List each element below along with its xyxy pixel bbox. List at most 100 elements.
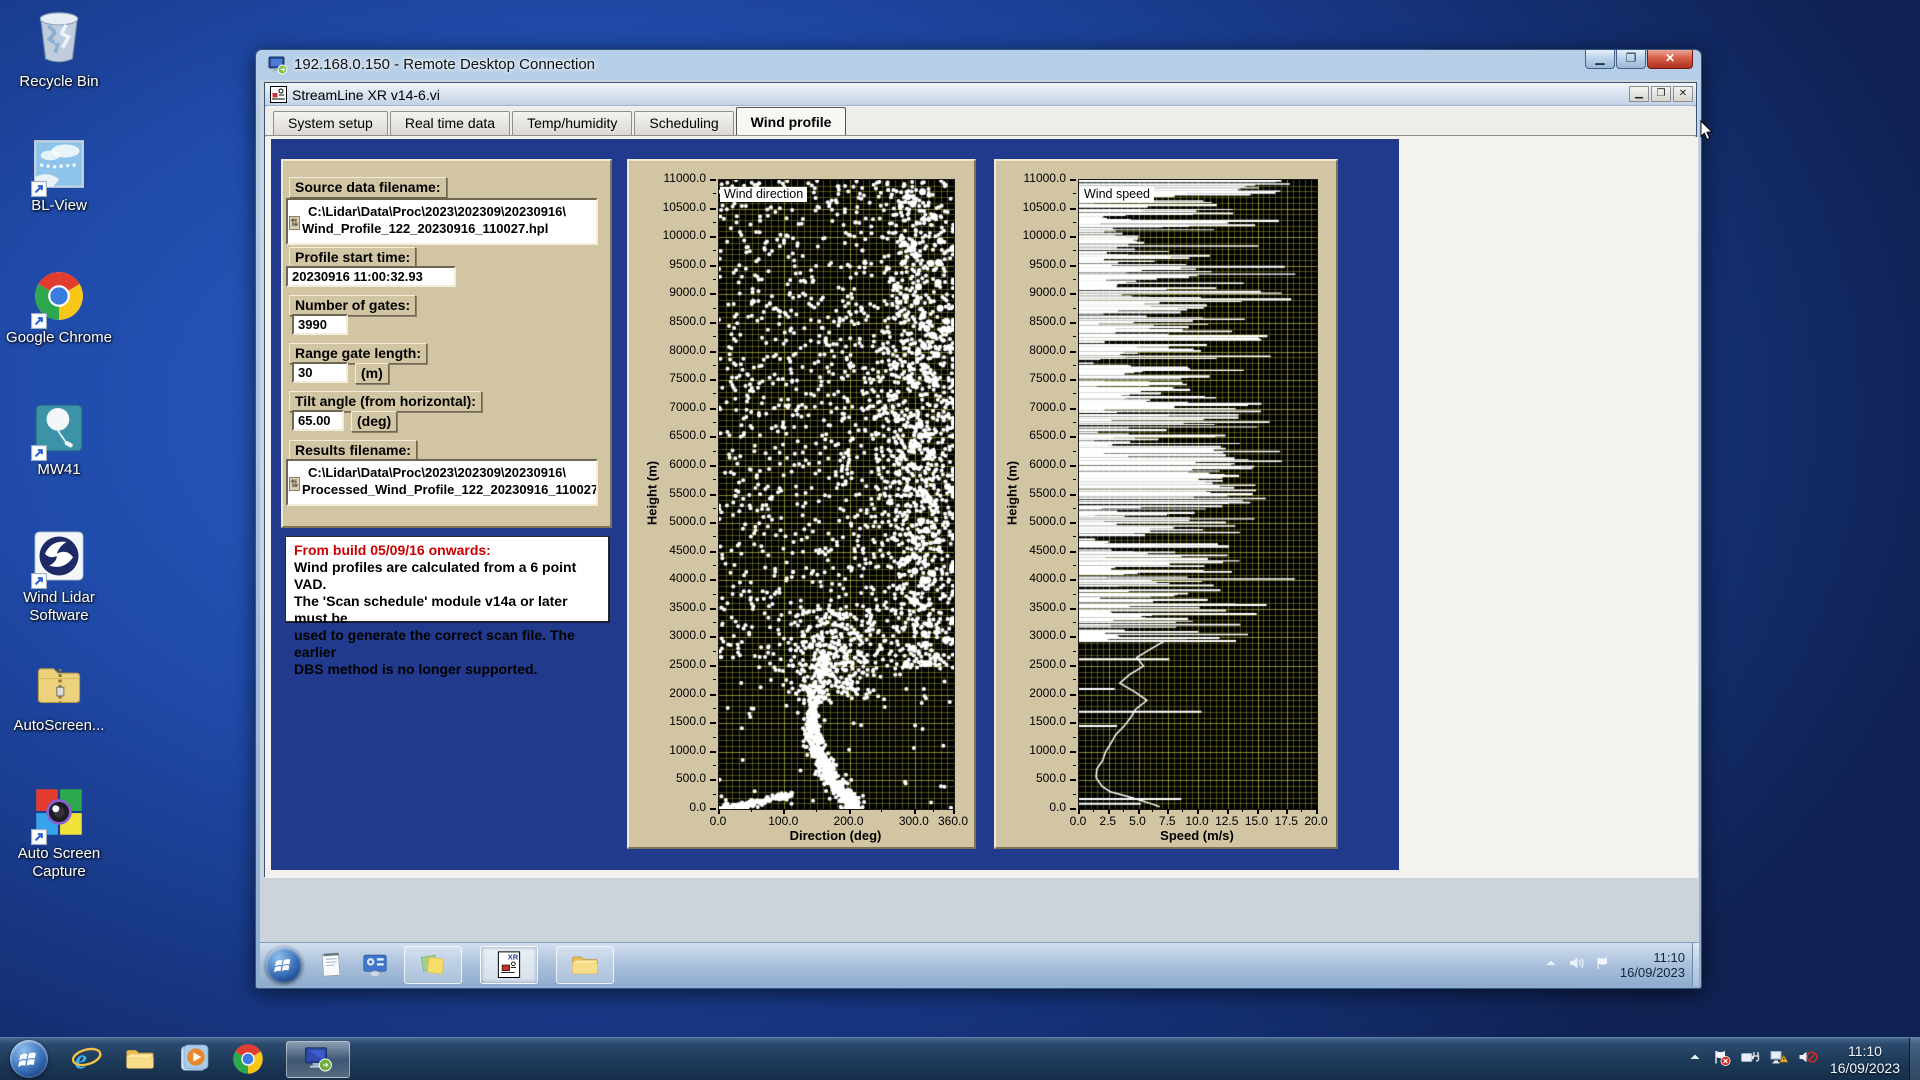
y-tick-mark	[1070, 694, 1076, 696]
desktop-icon-wind-lidar-software[interactable]: Wind Lidar Software	[4, 530, 114, 625]
host-taskbar-chrome[interactable]	[232, 1043, 264, 1075]
host-tray-power-icon[interactable]	[1740, 1049, 1760, 1070]
rdp-maximize-button[interactable]: ❐	[1616, 50, 1646, 69]
y-tick-label: 11000.0	[629, 171, 706, 185]
y-tick-label: 7500.0	[996, 371, 1066, 385]
wind-profile-page: Source data filename: ⇅ C:\Lidar\Data\Pr…	[271, 139, 1399, 870]
remote-tray-expand-icon[interactable]	[1543, 955, 1559, 976]
host-show-desktop-button[interactable]	[1909, 1038, 1920, 1080]
results-filename-field[interactable]: ⇅ C:\Lidar\Data\Proc\2023\202309\2023091…	[286, 459, 598, 506]
desktop-icon-mw41[interactable]: MW41	[4, 402, 114, 479]
source-filename-line1: C:\Lidar\Data\Proc\2023\202309\20230916\	[302, 203, 594, 220]
x-minor-tick-mark	[1271, 809, 1272, 812]
remote-show-desktop-button[interactable]	[1692, 943, 1699, 986]
y-tick-label: 2500.0	[629, 657, 706, 671]
remote-taskbar-sticky-notes[interactable]	[404, 946, 466, 984]
y-minor-tick-mark	[1073, 422, 1076, 423]
source-filename-field[interactable]: ⇅ C:\Lidar\Data\Proc\2023\202309\2023091…	[286, 198, 598, 245]
x-tick-mark	[914, 809, 916, 814]
y-tick-mark	[1070, 293, 1076, 295]
host-taskbar-media-player[interactable]	[178, 1043, 210, 1075]
y-minor-tick-mark	[713, 536, 716, 537]
y-tick-label: 6000.0	[996, 457, 1066, 471]
remote-taskbar-explorer[interactable]	[556, 946, 618, 984]
y-tick-label: 5500.0	[629, 486, 706, 500]
y-tick-mark	[1070, 636, 1076, 638]
host-taskbar-remote-desktop-button[interactable]	[286, 1041, 350, 1078]
host-clock[interactable]: 11:10 16/09/2023	[1830, 1043, 1900, 1077]
x-minor-tick-mark	[933, 809, 934, 812]
y-tick-label: 4000.0	[629, 571, 706, 585]
remote-start-button[interactable]	[266, 947, 302, 983]
tab-temp-humidity[interactable]: Temp/humidity	[512, 111, 632, 135]
tab-scheduling[interactable]: Scheduling	[634, 111, 733, 135]
remote-taskbar-sticky-notes-button[interactable]	[404, 946, 462, 984]
y-tick-label: 5000.0	[629, 514, 706, 528]
remote-taskbar-control-app[interactable]	[360, 950, 390, 980]
host-tray-expand-icon[interactable]	[1687, 1049, 1703, 1070]
rdp-titlebar[interactable]: 192.168.0.150 - Remote Desktop Connectio…	[260, 50, 1697, 80]
remote-taskbar-notepad[interactable]	[316, 950, 346, 980]
y-minor-tick-mark	[1073, 794, 1076, 795]
remote-clock[interactable]: 11:10 16/09/2023	[1620, 950, 1685, 980]
remote-tray-action-center-icon[interactable]	[1594, 955, 1610, 976]
range-gate-length-unit: (m)	[355, 363, 389, 384]
rdp-close-button[interactable]: ✕	[1647, 50, 1693, 69]
y-tick-label: 3500.0	[629, 600, 706, 614]
x-minor-tick-mark	[816, 809, 817, 812]
desktop-icon-bl-view[interactable]: BL-View	[4, 138, 114, 215]
streamline-restore-button[interactable]: ❐	[1651, 86, 1671, 102]
desktop-icon-label: Wind Lidar Software	[4, 589, 114, 625]
y-minor-tick-mark	[1073, 479, 1076, 480]
host-taskbar-internet-explorer[interactable]: e	[70, 1043, 102, 1075]
host-tray-action-center-icon[interactable]	[1712, 1049, 1731, 1071]
remote-taskbar-streamline-xr[interactable]: XR	[480, 946, 542, 984]
y-tick-label: 2000.0	[629, 686, 706, 700]
host-start-button[interactable]	[10, 1040, 48, 1078]
x-tick-mark	[1257, 809, 1259, 814]
y-tick-mark	[710, 665, 716, 667]
remote-tray-volume-icon[interactable]	[1568, 955, 1585, 976]
y-tick-mark	[1070, 608, 1076, 610]
text-scrollbar-indicator-icon[interactable]: ⇅	[289, 216, 300, 230]
remote-taskbar-explorer-button[interactable]	[556, 946, 614, 984]
streamline-titlebar[interactable]: StreamLine XR v14-6.vi ▁ ❐ ✕	[265, 83, 1696, 106]
host-taskbar-explorer[interactable]	[124, 1043, 156, 1075]
range-gate-length-field[interactable]: 30	[292, 362, 348, 383]
direction-x-axis-label: Direction (deg)	[718, 828, 953, 843]
desktop-icon-recycle-bin[interactable]: Recycle Bin	[4, 8, 114, 91]
y-tick-mark	[710, 379, 716, 381]
x-minor-tick-mark	[1093, 809, 1094, 812]
desktop-icon-autoscreen[interactable]: AutoScreen...	[4, 658, 114, 735]
y-tick-mark	[1070, 751, 1076, 753]
y-tick-label: 9500.0	[996, 257, 1066, 271]
tilt-angle-field[interactable]: 65.00	[292, 410, 344, 431]
x-tick-mark	[1167, 809, 1169, 814]
text-scrollbar-indicator-icon[interactable]: ⇅	[289, 477, 300, 491]
wind-speed-plot-legend: Wind speed	[1080, 187, 1154, 202]
y-tick-mark	[710, 494, 716, 496]
y-tick-mark	[710, 236, 716, 238]
rdp-minimize-button[interactable]: ▁	[1585, 50, 1615, 69]
host-taskbar-remote-desktop[interactable]	[286, 1041, 350, 1078]
x-minor-tick-mark	[1182, 809, 1183, 812]
y-tick-label: 4500.0	[996, 543, 1066, 557]
tab-wind-profile[interactable]: Wind profile	[736, 107, 847, 135]
desktop-icon-google-chrome[interactable]: Google Chrome	[4, 270, 114, 347]
y-tick-label: 3000.0	[996, 628, 1066, 642]
y-tick-mark	[1070, 179, 1076, 181]
y-tick-mark	[710, 436, 716, 438]
y-tick-mark	[710, 636, 716, 638]
y-tick-label: 8500.0	[996, 314, 1066, 328]
wind-speed-plot-canvas	[1078, 179, 1318, 810]
streamline-close-button[interactable]: ✕	[1673, 86, 1693, 102]
number-of-gates-field[interactable]: 3990	[292, 314, 348, 335]
remote-taskbar-streamline-xr-button[interactable]: XR	[480, 946, 538, 984]
desktop-icon-auto-screen-capture[interactable]: Auto Screen Capture	[4, 786, 114, 881]
tab-real-time-data[interactable]: Real time data	[390, 111, 510, 135]
host-tray-volume-muted-icon[interactable]	[1798, 1049, 1818, 1070]
streamline-minimize-button[interactable]: ▁	[1629, 86, 1649, 102]
host-tray-network-icon[interactable]	[1769, 1049, 1789, 1070]
profile-start-time-field[interactable]: 20230916 11:00:32.93	[286, 266, 456, 287]
tab-system-setup[interactable]: System setup	[273, 111, 388, 135]
